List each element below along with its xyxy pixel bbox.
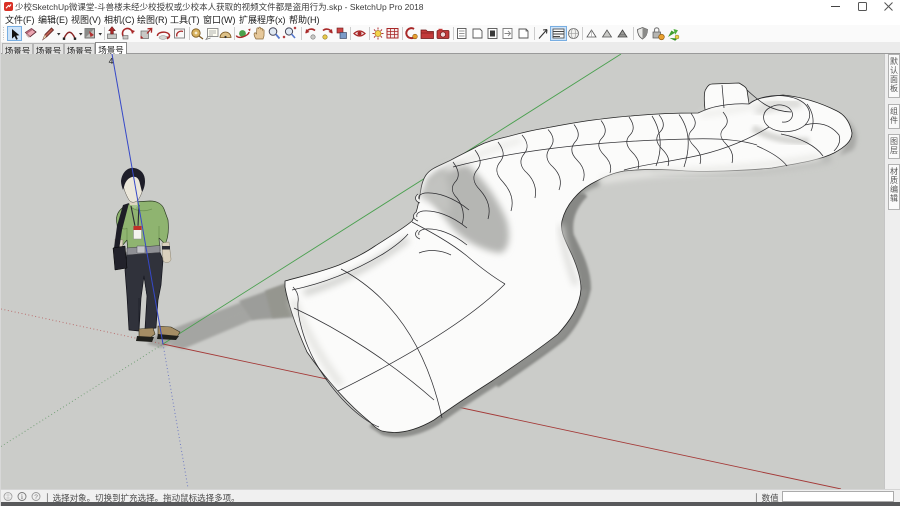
svg-text:?: ? [34,494,38,501]
svg-text:i: i [21,493,23,501]
